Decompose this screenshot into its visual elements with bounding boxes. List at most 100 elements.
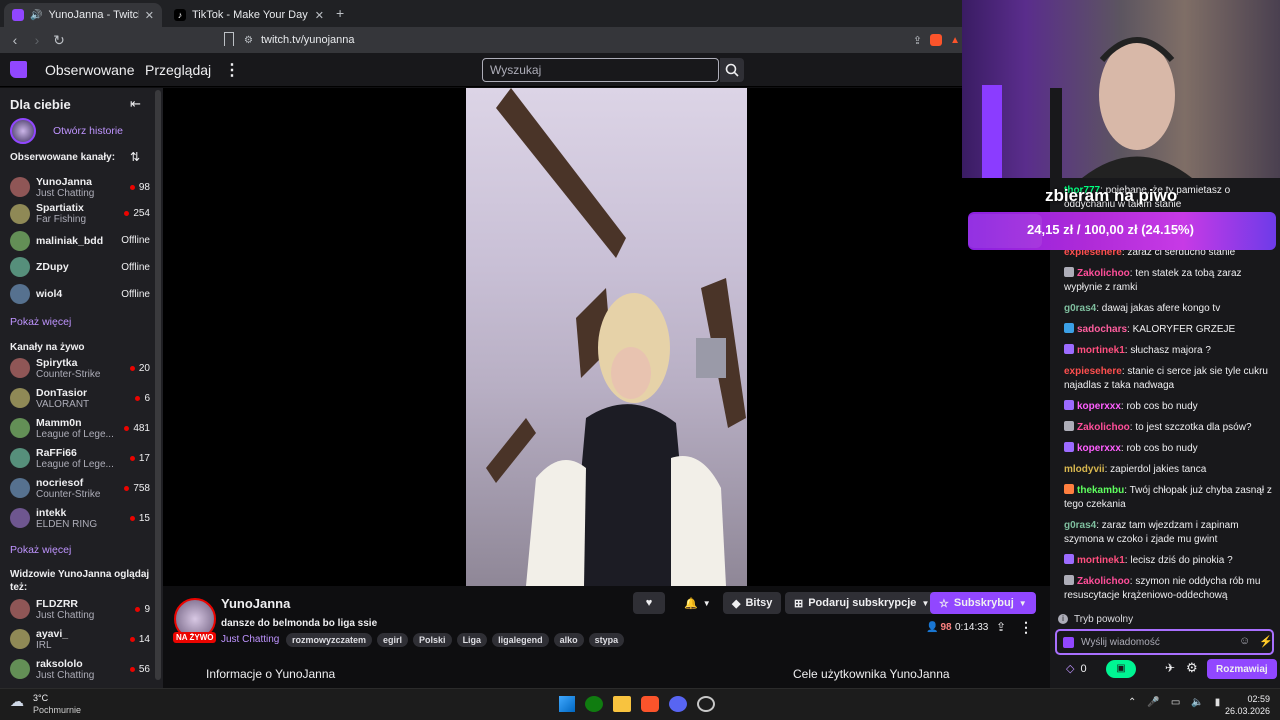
user-badge-icon[interactable] bbox=[1064, 344, 1074, 354]
sidebar-channel-row[interactable]: YunoJanna Just Chatting 98 bbox=[10, 174, 150, 200]
user-badge-icon[interactable] bbox=[1064, 400, 1074, 410]
show-more-live[interactable]: Pokaż więcej bbox=[10, 544, 71, 556]
history-row[interactable] bbox=[10, 118, 40, 144]
show-more-followed[interactable]: Pokaż więcej bbox=[10, 316, 71, 328]
tray-chevron-icon[interactable]: ⌃ bbox=[1128, 697, 1136, 708]
chat-username[interactable]: expiesehere bbox=[1064, 366, 1122, 377]
user-badge-icon[interactable] bbox=[1064, 442, 1074, 452]
collapse-sidebar-icon[interactable]: ⇤ bbox=[130, 96, 141, 112]
speaker-badge-icon[interactable] bbox=[1064, 421, 1074, 431]
chat-username[interactable]: thekambu bbox=[1077, 485, 1124, 496]
url-field[interactable]: ⚙ twitch.tv/yunojanna ⇪ ▲ bbox=[244, 30, 960, 50]
sidebar-channel-row[interactable]: Mamm0n League of Lege... 481 bbox=[10, 415, 150, 441]
sidebar-channel-row[interactable]: maliniak_bdd Offline bbox=[10, 228, 150, 254]
nav-browse[interactable]: Przeglądaj bbox=[145, 62, 211, 78]
stream-tag[interactable]: alko bbox=[553, 633, 584, 647]
search-button[interactable] bbox=[720, 58, 744, 82]
xbox-icon[interactable] bbox=[585, 696, 603, 712]
close-tab-icon[interactable]: ✕ bbox=[145, 9, 154, 22]
chat-username[interactable]: Zakolichoo bbox=[1077, 422, 1130, 433]
user-badge-icon[interactable] bbox=[1064, 484, 1074, 494]
stream-tag[interactable]: Polski bbox=[413, 633, 452, 647]
stream-tag[interactable]: Liga bbox=[456, 633, 488, 647]
brave-browser-icon[interactable] bbox=[641, 696, 659, 712]
emote-picker-icon[interactable]: ☺ bbox=[1239, 635, 1250, 647]
brave-shield-icon[interactable] bbox=[930, 34, 943, 46]
sidebar-channel-row[interactable]: raksololo Just Chatting 56 bbox=[10, 656, 150, 682]
forward-icon[interactable]: › bbox=[26, 32, 48, 48]
share-icon[interactable]: ⇪ bbox=[996, 620, 1006, 634]
sidebar-channel-row[interactable]: wiol4 Offline bbox=[10, 281, 150, 307]
windows-start-icon[interactable] bbox=[559, 696, 575, 712]
microphone-icon[interactable]: 🎤 bbox=[1147, 697, 1159, 708]
sidebar-channel-row[interactable]: ayavi_ IRL 14 bbox=[10, 626, 150, 652]
bits-button[interactable]: ◆ Bitsy bbox=[723, 592, 782, 614]
chat-username[interactable]: koperxxx bbox=[1077, 401, 1121, 412]
hype-icon[interactable]: ✈ bbox=[1165, 661, 1175, 675]
site-info-icon[interactable]: ⚙ bbox=[244, 35, 253, 46]
more-options-icon[interactable]: ⋮ bbox=[1019, 619, 1033, 636]
gift-sub-button[interactable]: ⊞ Podaruj subskrypcje ▼ bbox=[785, 592, 939, 614]
twitch-logo-icon[interactable] bbox=[10, 61, 27, 78]
sidebar-channel-row[interactable]: RaFFi66 League of Lege... 17 bbox=[10, 445, 150, 471]
video-frame[interactable] bbox=[466, 88, 747, 586]
rewards-icon[interactable]: ▲ bbox=[950, 35, 960, 46]
channel-points[interactable]: ◇ 0 bbox=[1066, 662, 1087, 676]
chat-settings-icon[interactable]: ⚙ bbox=[1186, 660, 1198, 676]
new-tab-icon[interactable]: + bbox=[336, 5, 344, 21]
share-icon[interactable]: ⇪ bbox=[913, 34, 922, 47]
sidebar-channel-row[interactable]: FLDZRR Just Chatting 9 bbox=[10, 596, 150, 622]
volume-icon[interactable]: 🔈 bbox=[1191, 697, 1203, 708]
sort-icon[interactable]: ⇅ bbox=[130, 150, 140, 164]
chat-username[interactable]: mortinek1 bbox=[1077, 345, 1125, 356]
file-explorer-icon[interactable] bbox=[613, 696, 631, 712]
user-badge-icon[interactable] bbox=[1064, 554, 1074, 564]
user-badge-icon[interactable] bbox=[1064, 323, 1074, 333]
chat-username[interactable]: sadochars bbox=[1077, 324, 1127, 335]
weather-temp[interactable]: 3°C bbox=[33, 693, 48, 703]
sidebar-channel-row[interactable]: intekk ELDEN RING 15 bbox=[10, 505, 150, 531]
speaker-badge-icon[interactable] bbox=[1064, 267, 1074, 277]
nav-followed[interactable]: Obserwowane bbox=[45, 62, 135, 78]
claim-bonus-icon[interactable]: ▣ bbox=[1106, 660, 1136, 678]
more-menu-icon[interactable]: ⋮ bbox=[224, 60, 240, 80]
chat-input[interactable]: Wyślij wiadomość ☺ ⚡ bbox=[1055, 629, 1274, 655]
back-icon[interactable]: ‹ bbox=[4, 32, 26, 48]
chat-username[interactable]: mlodyvii bbox=[1064, 464, 1105, 475]
tab-tiktok[interactable]: ♪ TikTok - Make Your Day ✕ bbox=[166, 3, 332, 27]
tab-twitch[interactable]: 🔊 YunoJanna - Twitch ✕ bbox=[4, 3, 162, 27]
stream-tag[interactable]: egirl bbox=[377, 633, 409, 647]
mod-tools-icon[interactable]: ⚡ bbox=[1259, 635, 1273, 648]
chat-username[interactable]: Zakolichoo bbox=[1077, 576, 1130, 587]
chat-badge-icon[interactable] bbox=[1063, 637, 1074, 648]
channel-name[interactable]: YunoJanna bbox=[221, 596, 290, 611]
discord-icon[interactable] bbox=[669, 696, 687, 712]
subscribe-button[interactable]: ☆ Subskrybuj ▼ bbox=[930, 592, 1036, 614]
sidebar-channel-row[interactable]: ZDupy Offline bbox=[10, 254, 150, 280]
sidebar-scrollbar[interactable] bbox=[155, 90, 161, 680]
notifications-button[interactable]: 🔔 ▼ bbox=[675, 592, 717, 614]
steam-icon[interactable] bbox=[697, 696, 715, 712]
sidebar-channel-row[interactable]: Spartiatix Far Fishing 254 bbox=[10, 201, 150, 227]
follow-button[interactable]: ♥ bbox=[633, 592, 665, 614]
chat-username[interactable]: koperxxx bbox=[1077, 443, 1121, 454]
stream-tag[interactable]: ligalegend bbox=[492, 633, 549, 647]
stream-tag[interactable]: stypa bbox=[588, 633, 625, 647]
open-history-link[interactable]: Otwórz historie bbox=[53, 125, 123, 137]
stream-tag[interactable]: rozmowyzczatem bbox=[286, 633, 373, 647]
chat-username[interactable]: g0ras4 bbox=[1064, 520, 1096, 531]
chat-username[interactable]: mortinek1 bbox=[1077, 555, 1125, 566]
chat-send-button[interactable]: Rozmawiaj bbox=[1207, 659, 1277, 679]
sidebar-channel-row[interactable]: DonTasior VALORANT 6 bbox=[10, 385, 150, 411]
chat-username[interactable]: Zakolichoo bbox=[1077, 268, 1130, 279]
clock-time[interactable]: 02:59 bbox=[1228, 694, 1270, 704]
network-icon[interactable]: ▭ bbox=[1171, 697, 1180, 708]
reload-icon[interactable]: ↻ bbox=[48, 32, 70, 49]
sidebar-channel-row[interactable]: Spirytka Counter-Strike 20 bbox=[10, 355, 150, 381]
sidebar-channel-row[interactable]: nocriesof Counter-Strike 758 bbox=[10, 475, 150, 501]
category-link[interactable]: Just Chatting bbox=[221, 634, 279, 645]
speaker-badge-icon[interactable] bbox=[1064, 575, 1074, 585]
search-input[interactable]: Wyszukaj bbox=[482, 58, 719, 82]
bookmark-icon[interactable] bbox=[224, 32, 234, 46]
close-tab-icon[interactable]: ✕ bbox=[315, 9, 324, 22]
